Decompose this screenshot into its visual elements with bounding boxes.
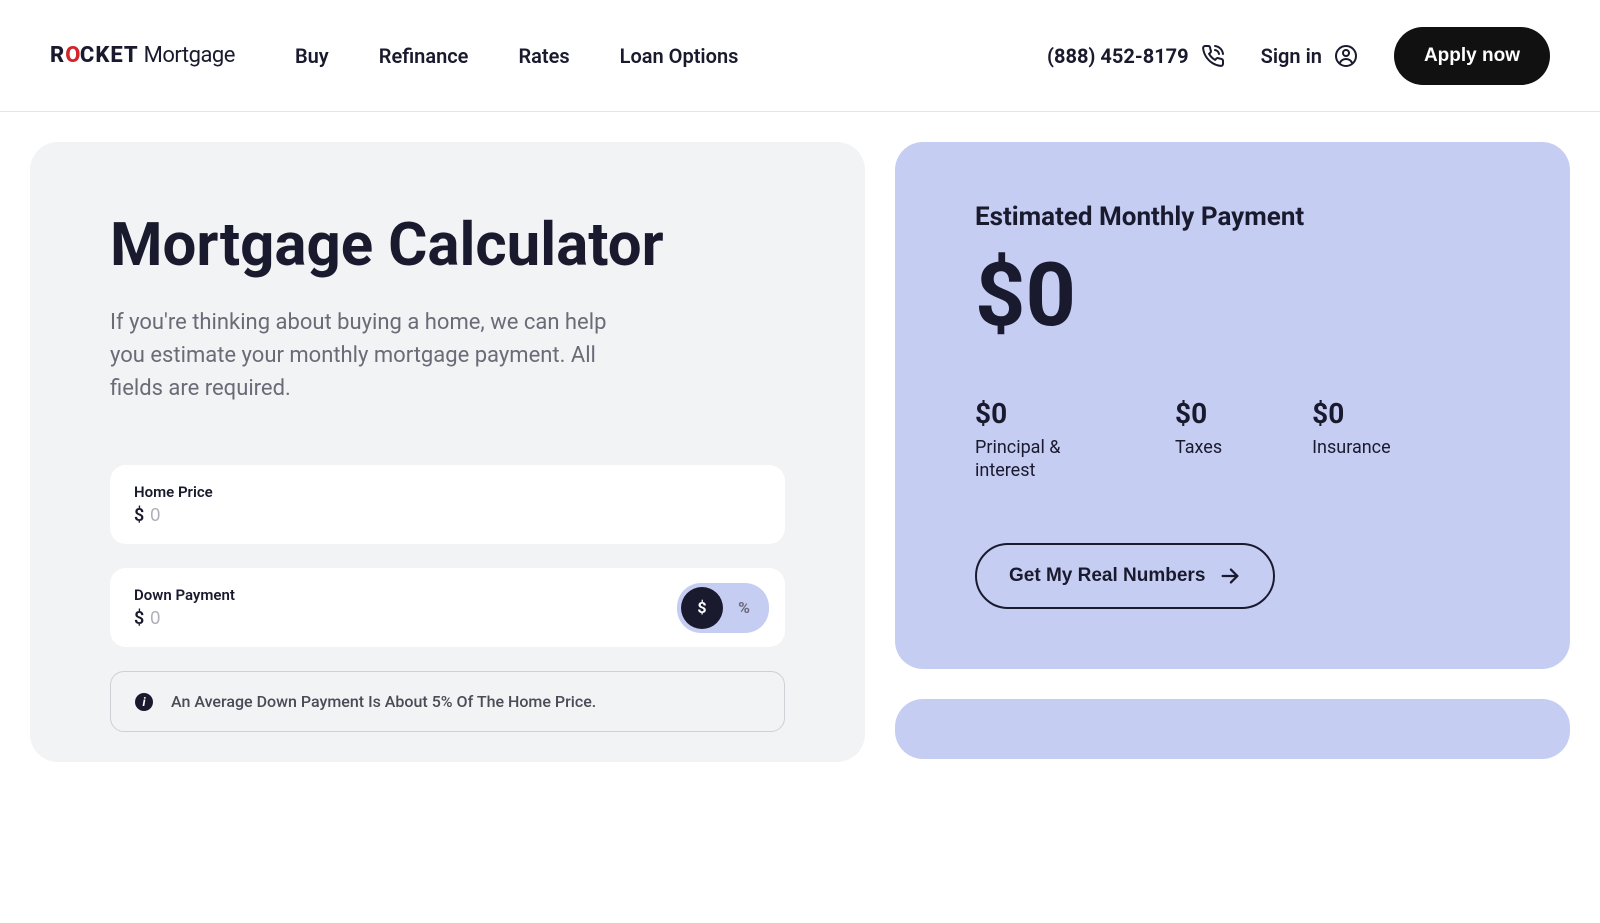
logo-brand: R (50, 43, 65, 68)
breakdown-label: Taxes (1175, 436, 1222, 459)
logo-o: O (65, 43, 80, 68)
estimate-title: Estimated Monthly Payment (975, 202, 1490, 232)
logo-product: Mortgage (144, 43, 235, 68)
right-column: Estimated Monthly Payment $0 $0 Principa… (895, 142, 1570, 762)
signin-link[interactable]: Sign in (1261, 44, 1358, 68)
calculator-panel: Mortgage Calculator If you're thinking a… (30, 142, 865, 762)
info-icon: i (135, 693, 153, 711)
info-text: An Average Down Payment Is About 5% Of T… (171, 692, 596, 711)
user-icon (1334, 44, 1358, 68)
header-right: (888) 452-8179 Sign in Apply now (1047, 27, 1550, 85)
home-price-card[interactable]: Home Price $ (110, 465, 785, 544)
breakdown-label: Principal & interest (975, 436, 1085, 483)
info-box: i An Average Down Payment Is About 5% Of… (110, 671, 785, 732)
main-nav: Buy Refinance Rates Loan Options (295, 44, 738, 68)
breakdown-amount: $0 (1175, 397, 1222, 430)
toggle-dollar[interactable]: $ (681, 587, 723, 629)
secondary-panel (895, 699, 1570, 759)
logo[interactable]: ROCKET Mortgage (50, 43, 235, 68)
nav-refinance[interactable]: Refinance (379, 44, 469, 68)
phone-icon (1201, 44, 1225, 68)
down-payment-card[interactable]: Down Payment $ $ % (110, 568, 785, 647)
phone-link[interactable]: (888) 452-8179 (1047, 44, 1225, 68)
nav-loan-options[interactable]: Loan Options (620, 44, 739, 68)
signin-label: Sign in (1261, 44, 1322, 68)
breakdown-label: Insurance (1312, 436, 1391, 459)
breakdown-insurance: $0 Insurance (1312, 397, 1391, 483)
nav-rates[interactable]: Rates (518, 44, 569, 68)
cta-label: Get My Real Numbers (1009, 565, 1205, 587)
home-price-label: Home Price (134, 483, 761, 501)
breakdown-amount: $0 (975, 397, 1085, 430)
main-content: Mortgage Calculator If you're thinking a… (0, 112, 1600, 762)
get-numbers-button[interactable]: Get My Real Numbers (975, 543, 1275, 609)
breakdown-amount: $0 (1312, 397, 1391, 430)
down-payment-row: $ (134, 608, 761, 629)
down-payment-label: Down Payment (134, 586, 761, 604)
apply-now-button[interactable]: Apply now (1394, 27, 1550, 85)
down-payment-input[interactable] (150, 608, 350, 629)
page-title: Mortgage Calculator (110, 212, 785, 278)
toggle-percent[interactable]: % (723, 587, 765, 629)
header: ROCKET Mortgage Buy Refinance Rates Loan… (0, 0, 1600, 112)
estimate-amount: $0 (975, 244, 1490, 347)
home-price-input[interactable] (150, 505, 350, 526)
down-payment-toggle: $ % (677, 583, 769, 633)
estimate-panel: Estimated Monthly Payment $0 $0 Principa… (895, 142, 1570, 669)
phone-number: (888) 452-8179 (1047, 44, 1189, 68)
logo-rest: CKET (80, 43, 139, 68)
breakdown-taxes: $0 Taxes (1175, 397, 1222, 483)
page-subtitle: If you're thinking about buying a home, … (110, 306, 610, 405)
nav-buy[interactable]: Buy (295, 44, 329, 68)
arrow-right-icon (1219, 565, 1241, 587)
breakdown-principal: $0 Principal & interest (975, 397, 1085, 483)
breakdown: $0 Principal & interest $0 Taxes $0 Insu… (975, 397, 1490, 483)
dollar-icon: $ (134, 608, 144, 629)
home-price-row: $ (134, 505, 761, 526)
dollar-icon: $ (134, 505, 144, 526)
